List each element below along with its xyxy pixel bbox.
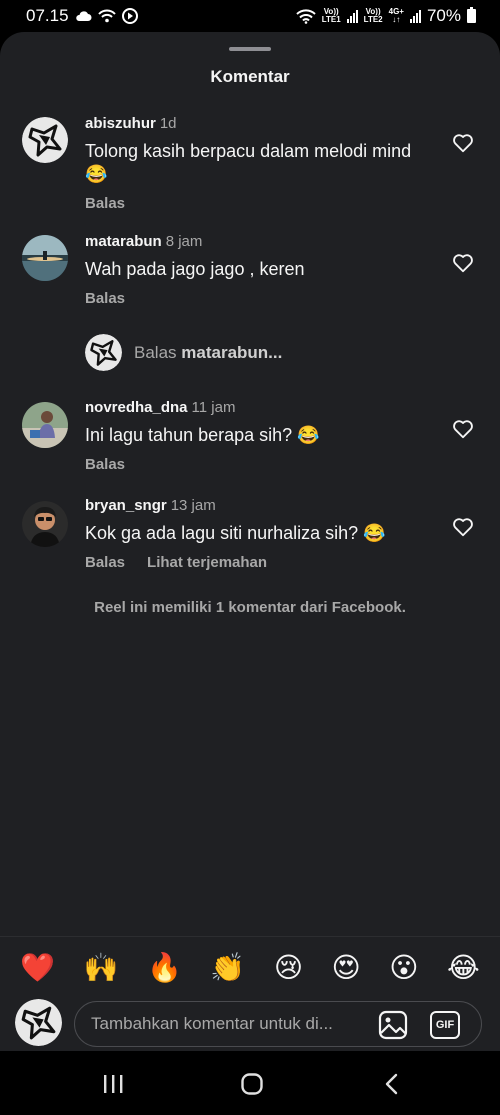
media-play-icon [121, 8, 138, 24]
reply-button[interactable]: Balas [85, 456, 125, 473]
comment-input[interactable] [91, 1002, 366, 1046]
reply-button[interactable]: Balas [85, 195, 125, 212]
comment-input-container: GIF [74, 1001, 482, 1047]
comment-username[interactable]: novredha_dna [85, 399, 188, 416]
sim2-lte-label: LTE2 [363, 15, 383, 24]
battery-percent: 70% [426, 6, 461, 25]
emoji-laughing[interactable]: 😂 [447, 952, 480, 983]
comment-time: 11 jam [191, 399, 236, 416]
home-icon[interactable] [237, 1069, 267, 1099]
emoji-heart-eyes[interactable]: 😍 [332, 952, 361, 983]
image-icon[interactable] [378, 1010, 408, 1040]
drag-handle[interactable] [229, 47, 271, 51]
comment-text: Ini lagu tahun berapa sih? 😂 [85, 425, 320, 445]
comments-sheet: Komentar abiszuhur 1d Tolong kasih berpac… [0, 32, 500, 1051]
avatar[interactable] [22, 235, 68, 281]
avatar [85, 334, 122, 371]
comment-composer: GIF [0, 998, 500, 1051]
wifi-icon [295, 8, 316, 24]
comment-username[interactable]: matarabun [85, 233, 162, 250]
comment-text: Tolong kasih berpacu dalam melodi mind 😂 [85, 141, 412, 184]
comment-time: 13 jam [170, 497, 216, 514]
recents-icon[interactable] [98, 1069, 128, 1099]
battery-icon [467, 7, 476, 23]
emoji-fire[interactable]: 🔥 [147, 952, 182, 983]
system-nav-bar [0, 1051, 500, 1115]
comment-time: 8 jam [165, 233, 203, 250]
clock: 07.15 [26, 6, 69, 25]
comment-username[interactable]: bryan_sngr [85, 497, 167, 514]
comment-text: Kok ga ada lagu siti nurhaliza sih? 😂 [85, 523, 386, 543]
avatar[interactable] [22, 501, 68, 547]
signal-sim1-icon [346, 9, 358, 23]
emoji-crying[interactable]: 😢 [274, 952, 303, 983]
signal-sim2-icon [409, 9, 421, 23]
heart-icon[interactable] [452, 252, 474, 274]
avatar [15, 999, 62, 1046]
status-bar: 07.15 Vo)) LTE1 Vo)) LTE2 4G+ ↓↑ 70% [0, 0, 500, 32]
reply-button[interactable]: Balas [85, 290, 125, 307]
heart-icon[interactable] [452, 516, 474, 538]
sim1-indicator: Vo)) LTE1 [322, 8, 341, 24]
see-translation-button[interactable]: Lihat terjemahan [147, 554, 267, 571]
emoji-surprised[interactable]: 😮 [389, 952, 418, 983]
emoji-raised-hands[interactable]: 🙌 [84, 952, 119, 983]
data-arrows-icon: ↓↑ [392, 15, 401, 24]
sim1-lte-label: LTE1 [321, 15, 341, 24]
sim2-indicator: Vo)) LTE2 [364, 8, 383, 24]
comment-username[interactable]: abiszuhur [85, 115, 156, 132]
comment-time: 1d [159, 115, 177, 132]
gif-button[interactable]: GIF [430, 1011, 460, 1039]
facebook-comments-note: Reel ini memiliki 1 komentar dari Facebo… [94, 599, 406, 616]
reply-prompt-user: matarabun... [181, 342, 283, 362]
reply-button[interactable]: Balas [85, 554, 125, 571]
reply-prompt[interactable]: Balas matarabun... [85, 334, 282, 371]
network-type: 4G+ ↓↑ [389, 8, 404, 24]
emoji-heart[interactable]: ❤️ [20, 952, 55, 983]
cloud-icon [75, 10, 92, 22]
wifi-call-icon [97, 9, 116, 23]
emoji-clap[interactable]: 👏 [210, 952, 245, 983]
avatar[interactable] [22, 402, 68, 448]
sheet-title: Komentar [210, 67, 290, 86]
avatar[interactable] [22, 117, 68, 163]
reply-prompt-prefix: Balas [134, 342, 177, 362]
comment-text: Wah pada jago jago , keren [85, 259, 305, 279]
heart-icon[interactable] [452, 418, 474, 440]
back-icon[interactable] [377, 1069, 407, 1099]
heart-icon[interactable] [452, 132, 474, 154]
emoji-reaction-bar: ❤️ 🙌 🔥 👏 😢 😍 😮 😂 [0, 936, 500, 998]
